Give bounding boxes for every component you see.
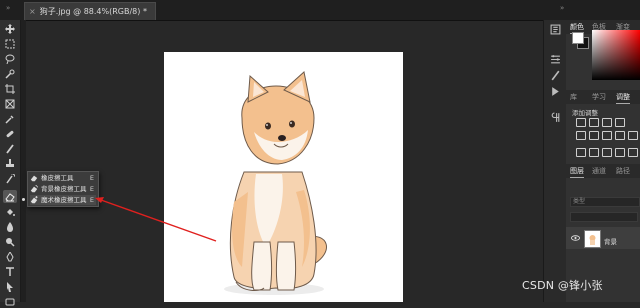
blend-mode-select[interactable] (570, 212, 638, 222)
foreground-color-swatch[interactable] (572, 32, 584, 44)
eye-icon[interactable] (571, 235, 580, 241)
layer-thumbnail (584, 230, 601, 248)
layer-filter-input[interactable]: 类型 (570, 197, 640, 207)
panel-icons-column (543, 20, 566, 302)
invert-icon[interactable] (576, 148, 586, 157)
watermark-text: CSDN @锋小张 (522, 279, 603, 292)
properties-icon[interactable] (550, 54, 561, 65)
tab-adjustments[interactable]: 调整 (616, 90, 630, 104)
actions-icon[interactable] (550, 86, 561, 97)
vibrance-icon[interactable] (576, 131, 586, 140)
tab-channels[interactable]: 通道 (592, 164, 606, 178)
tab-layers[interactable]: 图层 (570, 164, 584, 178)
gradient-map-icon[interactable] (615, 148, 625, 157)
threshold-icon[interactable] (602, 148, 612, 157)
brush-settings-icon[interactable] (550, 70, 561, 81)
hue-saturation-icon[interactable] (589, 131, 599, 140)
tab-learn[interactable]: 学习 (592, 90, 606, 104)
exposure-icon[interactable] (615, 118, 625, 127)
levels-icon[interactable] (589, 118, 599, 127)
add-adjustment-label: 添加调整 (572, 109, 598, 117)
tab-libraries[interactable]: 库 (570, 90, 577, 104)
black-white-icon[interactable] (615, 131, 625, 140)
selective-color-icon[interactable] (628, 148, 638, 157)
layers-panel-tabs: 图层 通道 路径 (566, 164, 640, 178)
tab-paths[interactable]: 路径 (616, 164, 630, 178)
paragraph-icon[interactable] (550, 112, 561, 123)
history-icon[interactable] (550, 24, 561, 35)
layer-name: 背景 (604, 238, 617, 246)
color-balance-icon[interactable] (602, 131, 612, 140)
color-picker-field[interactable] (592, 30, 640, 80)
photo-filter-icon[interactable] (628, 131, 638, 140)
posterize-icon[interactable] (589, 148, 599, 157)
curves-icon[interactable] (602, 118, 612, 127)
brightness-icon[interactable] (576, 118, 586, 127)
adjust-panel-tabs: 库 学习 调整 (566, 90, 640, 104)
